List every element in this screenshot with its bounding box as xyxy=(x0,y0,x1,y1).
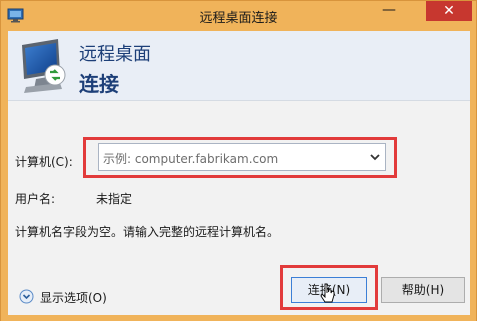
minimize-button[interactable]: — xyxy=(376,2,402,22)
header-banner: 远程桌面 连接 xyxy=(8,31,470,101)
banner-subtitle: 连接 xyxy=(79,72,119,96)
title-bar[interactable]: 远程桌面连接 — ✕ xyxy=(1,1,476,31)
mouse-pointer-icon xyxy=(320,283,335,303)
computer-label: 计算机(C): xyxy=(15,155,73,169)
remote-desktop-window: 远程桌面连接 — ✕ 远程桌面 连接 计算机(C): 示例: computer.… xyxy=(0,0,477,321)
username-value: 未指定 xyxy=(96,192,133,206)
dialog-body: 远程桌面 连接 计算机(C): 示例: computer.fabrikam.co… xyxy=(8,31,470,315)
window-bottom-border xyxy=(1,315,476,321)
status-message: 计算机名字段为空。请输入完整的远程计算机名。 xyxy=(15,225,280,239)
computer-input-placeholder[interactable]: 示例: computer.fabrikam.com xyxy=(103,150,278,167)
computer-combobox[interactable]: 示例: computer.fabrikam.com xyxy=(98,143,386,171)
help-button[interactable]: 帮助(H) xyxy=(381,277,465,303)
window-title: 远程桌面连接 xyxy=(199,11,278,26)
banner-title: 远程桌面 xyxy=(79,44,151,65)
username-label: 用户名: xyxy=(15,192,56,206)
show-options-link[interactable]: 显示选项(O) xyxy=(40,289,107,306)
chevron-down-icon[interactable] xyxy=(369,151,381,163)
expand-options-icon[interactable] xyxy=(19,289,34,304)
close-button[interactable]: ✕ xyxy=(426,1,472,21)
remote-desktop-monitor-icon xyxy=(22,39,66,93)
